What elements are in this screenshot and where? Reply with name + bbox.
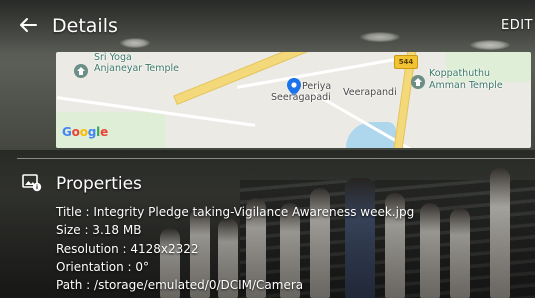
map-label: Veerapandi: [343, 87, 397, 98]
back-button[interactable]: [16, 13, 40, 37]
property-resolution: Resolution : 4128x2322: [56, 241, 199, 256]
logo-letter: o: [79, 125, 88, 139]
map-label: Anjaneyar Temple: [94, 63, 180, 74]
map-label: Sri Yoga: [94, 52, 132, 63]
properties-list: Title : Integrity Pledge taking-Vigilanc…: [56, 203, 414, 294]
logo-letter: G: [62, 125, 72, 139]
map-label: Seeragapadi: [271, 92, 331, 103]
property-title: Title : Integrity Pledge taking-Vigilanc…: [56, 205, 415, 219]
app-header: Details EDIT: [0, 0, 535, 48]
location-map[interactable]: 544 Sri Yoga Anjaneyar Temple Periya See…: [56, 52, 531, 148]
properties-heading: Properties: [56, 174, 142, 194]
page-title: Details: [52, 15, 118, 37]
logo-letter: e: [100, 125, 109, 139]
property-size: Size : 3.18 MB: [56, 223, 142, 238]
logo-letter: g: [87, 125, 97, 139]
map-label: Periya: [302, 81, 332, 92]
property-path: Path : /storage/emulated/0/DCIM/Camera: [56, 278, 304, 293]
image-info-icon: [22, 174, 42, 192]
section-divider: [17, 158, 535, 159]
temple-poi-icon: [74, 64, 88, 78]
temple-poi-icon: [411, 75, 425, 89]
property-orientation: Orientation : 0°: [56, 259, 150, 274]
logo-letter: o: [71, 125, 80, 139]
map-label: Koppathuthu: [429, 68, 490, 79]
edit-button[interactable]: EDIT: [501, 18, 535, 34]
google-attribution: Google: [62, 125, 108, 139]
back-arrow-icon: [20, 18, 37, 32]
map-label: Amman Temple: [429, 80, 503, 91]
highway-shield: 544: [394, 55, 418, 69]
